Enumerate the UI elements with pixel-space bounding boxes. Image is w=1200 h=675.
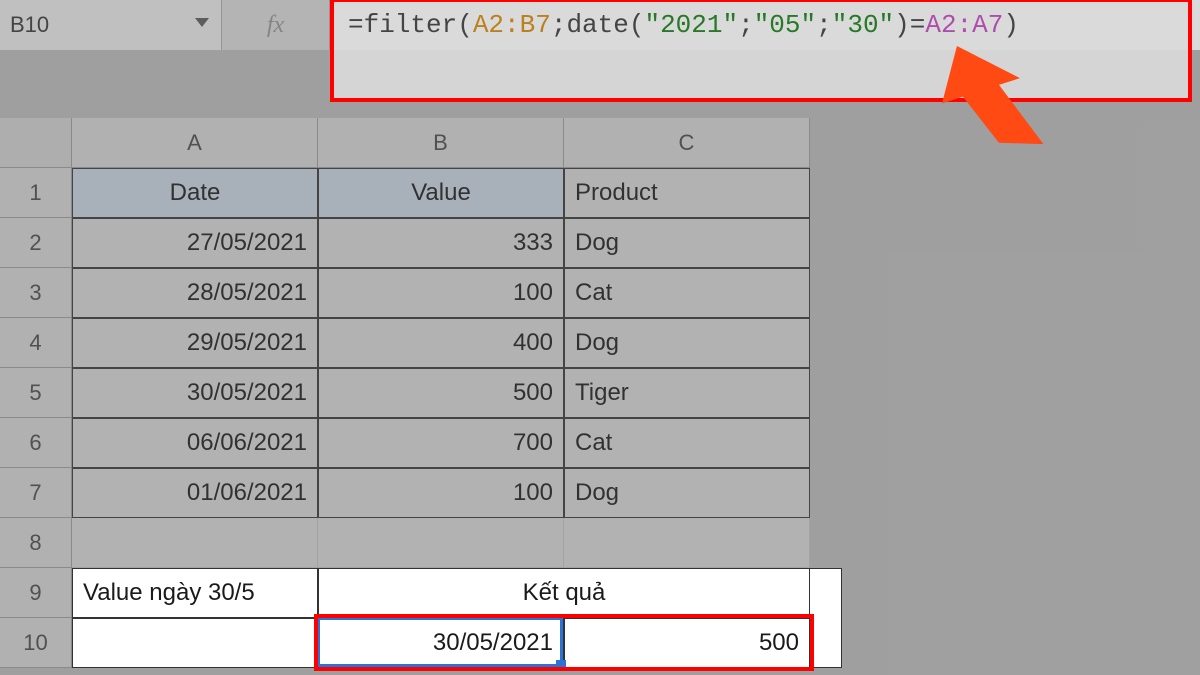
chevron-down-icon[interactable]: [195, 18, 209, 27]
cell-A9[interactable]: Value ngày 30/5: [72, 568, 318, 618]
cell-A4[interactable]: 29/05/2021: [72, 318, 318, 368]
formula-bar[interactable]: =filter ( A2:B7 ;date( "2021" ; "05" ; "…: [330, 0, 1200, 50]
row-header-10[interactable]: 10: [0, 618, 72, 668]
cell-B4[interactable]: 400: [318, 318, 564, 368]
cell-B7[interactable]: 100: [318, 468, 564, 518]
row-headers: 1 2 3 4 5 6 7 8 9 10: [0, 168, 72, 668]
cell-B1[interactable]: Value: [318, 168, 564, 218]
formula-token: ;: [816, 10, 832, 40]
cell-C6[interactable]: Cat: [564, 418, 810, 468]
cell-C7[interactable]: Dog: [564, 468, 810, 518]
row-header-7[interactable]: 7: [0, 468, 72, 518]
row-header-9[interactable]: 9: [0, 568, 72, 618]
formula-token: "30": [832, 10, 894, 40]
cell-B2[interactable]: 333: [318, 218, 564, 268]
formula-token: ;date(: [551, 10, 645, 40]
cell-A7[interactable]: 01/06/2021: [72, 468, 318, 518]
cell-B3[interactable]: 100: [318, 268, 564, 318]
cell-A5[interactable]: 30/05/2021: [72, 368, 318, 418]
formula-token: ;: [738, 10, 754, 40]
cell-A3[interactable]: 28/05/2021: [72, 268, 318, 318]
row-header-3[interactable]: 3: [0, 268, 72, 318]
cell-B8[interactable]: [318, 518, 564, 568]
formula-token: =filter: [348, 10, 457, 40]
cell-A1[interactable]: Date: [72, 168, 318, 218]
column-header-A[interactable]: A: [72, 118, 318, 168]
cell-A10[interactable]: [72, 618, 318, 668]
cell-B6[interactable]: 700: [318, 418, 564, 468]
cell-B5[interactable]: 500: [318, 368, 564, 418]
formula-token: "05": [754, 10, 816, 40]
cell-C8[interactable]: [564, 518, 810, 568]
column-headers: A B C: [72, 118, 810, 168]
row-header-1[interactable]: 1: [0, 168, 72, 218]
cell-B10[interactable]: 30/05/2021: [318, 618, 564, 668]
cell-C4[interactable]: Dog: [564, 318, 810, 368]
formula-token: "2021": [644, 10, 738, 40]
fx-icon[interactable]: fx: [222, 0, 330, 50]
formula-token: A2:A7: [925, 10, 1003, 40]
row-header-8[interactable]: 8: [0, 518, 72, 568]
name-box-value: B10: [10, 12, 49, 38]
cell-A8[interactable]: [72, 518, 318, 568]
formula-token: (: [457, 10, 473, 40]
spreadsheet-grid: A B C 1 2 3 4 5 6 7 8 9 10 Date Value Pr…: [0, 118, 1200, 675]
cell-C10[interactable]: 500: [564, 618, 810, 668]
row-header-5[interactable]: 5: [0, 368, 72, 418]
formula-token: ): [1003, 10, 1019, 40]
column-header-B[interactable]: B: [318, 118, 564, 168]
row-header-6[interactable]: 6: [0, 418, 72, 468]
formula-token: )=: [894, 10, 925, 40]
formula-token: A2:B7: [473, 10, 551, 40]
column-header-C[interactable]: C: [564, 118, 810, 168]
formula-bar-extension: [330, 50, 1192, 100]
cell-A2[interactable]: 27/05/2021: [72, 218, 318, 268]
cell-C3[interactable]: Cat: [564, 268, 810, 318]
cell-B9-merged[interactable]: Kết quả: [318, 568, 810, 618]
name-box[interactable]: B10: [0, 0, 222, 50]
row-header-2[interactable]: 2: [0, 218, 72, 268]
row-header-4[interactable]: 4: [0, 318, 72, 368]
select-all-corner[interactable]: [0, 118, 72, 168]
cell-C5[interactable]: Tiger: [564, 368, 810, 418]
cell-C1[interactable]: Product: [564, 168, 810, 218]
cell-A6[interactable]: 06/06/2021: [72, 418, 318, 468]
cell-C2[interactable]: Dog: [564, 218, 810, 268]
annotation-arrow-icon: [915, 40, 1055, 180]
